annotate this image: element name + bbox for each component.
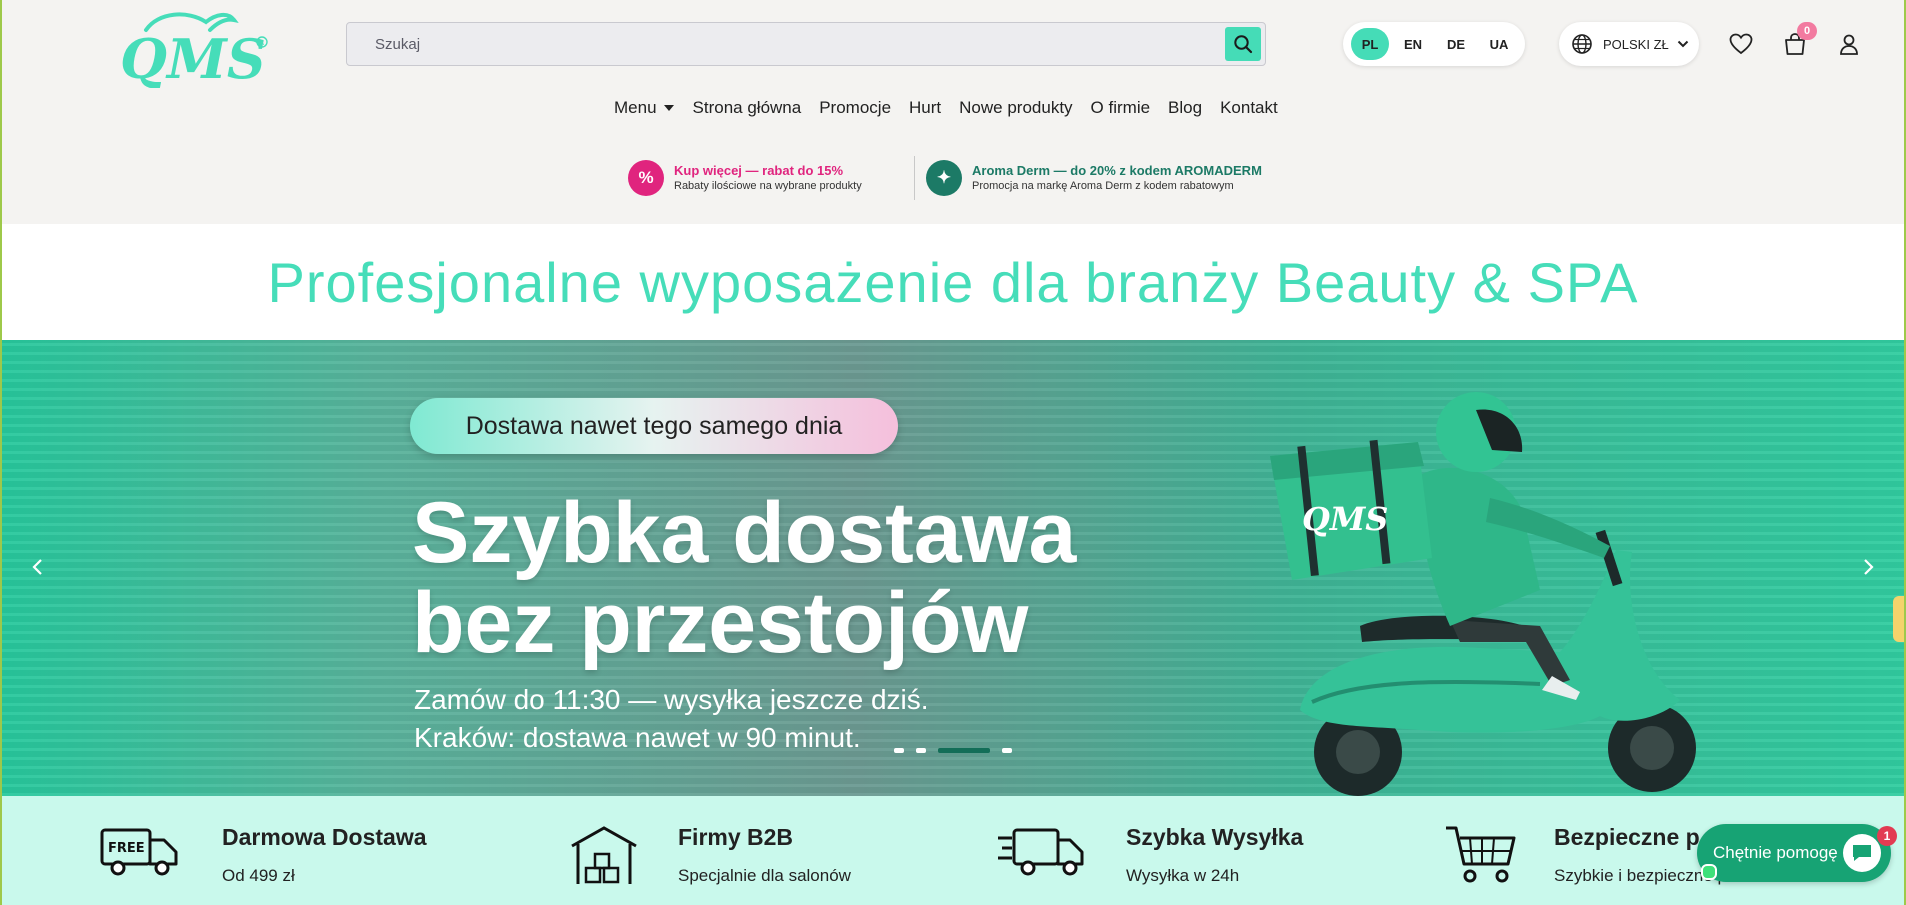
lang-pl[interactable]: PL — [1351, 28, 1389, 60]
warehouse-icon — [571, 826, 637, 884]
slider-dot[interactable] — [1002, 748, 1012, 753]
slider-dots — [894, 748, 1024, 753]
cart-count-badge: 0 — [1797, 22, 1817, 40]
search-button[interactable] — [1225, 27, 1261, 61]
feature-fast-shipping: Szybka Wysyłka Wysyłka w 24h — [996, 796, 1396, 905]
currency-label: POLSKI ZŁ — [1603, 36, 1669, 52]
slider-dot[interactable] — [894, 748, 904, 753]
bag-logo-lettering: QMS — [1302, 500, 1388, 538]
slider-dot[interactable] — [916, 748, 926, 753]
promo-title: Aroma Derm — do 20% z kodem AROMADERM — [972, 162, 1262, 178]
feature-b2b: Firmy B2B Specjalnie dla salonów — [568, 796, 948, 905]
feature-title: Firmy B2B — [678, 824, 794, 850]
feature-subtitle: Od 499 zł — [222, 866, 295, 885]
hero-title: Szybka dostawa bez przestojów — [412, 488, 1076, 668]
free-label: FREE — [108, 841, 145, 856]
globe-icon — [1572, 34, 1592, 54]
account-button[interactable] — [1833, 28, 1865, 60]
delivery-scooter-illustration: QMS — [1270, 392, 1696, 796]
hero-title-line1: Szybka dostawa — [412, 485, 1077, 581]
svg-text:R: R — [260, 39, 265, 47]
free-truck-icon: FREE — [100, 828, 178, 876]
online-status-indicator — [1701, 864, 1717, 880]
feature-title: Bezpieczne p — [1554, 824, 1700, 850]
brand-logo[interactable]: QMS R — [118, 8, 270, 91]
hero-text-line2: Kraków: dostawa nawet w 90 minut. — [414, 722, 861, 753]
chat-bubble — [1843, 834, 1881, 872]
nav-home[interactable]: Strona główna — [693, 98, 802, 118]
chat-label: Chętnie pomogę — [1713, 843, 1838, 862]
slider-next-button[interactable] — [1854, 552, 1884, 582]
promo-subtitle: Rabaty ilościowe na wybrane produkty — [674, 179, 862, 192]
nav-menu[interactable]: Menu — [614, 98, 675, 118]
promo-aroma-derm[interactable]: ✦ Aroma Derm — do 20% z kodem AROMADERM … — [926, 156, 1262, 200]
lang-ua[interactable]: UA — [1480, 28, 1518, 60]
nav-promotions[interactable]: Promocje — [819, 98, 891, 118]
promo-divider — [914, 156, 915, 200]
nav-about[interactable]: O firmie — [1091, 98, 1151, 118]
chat-widget-button[interactable]: Chętnie pomogę 1 — [1697, 824, 1897, 882]
lang-de[interactable]: DE — [1437, 28, 1475, 60]
hero-slider[interactable]: Dostawa nawet tego samego dnia Szybka do… — [0, 340, 1906, 796]
feature-subtitle: Wysyłka w 24h — [1126, 866, 1240, 885]
wishlist-button[interactable] — [1725, 28, 1757, 60]
nav-new-products[interactable]: Nowe produkty — [959, 98, 1072, 118]
cart-button[interactable]: 0 — [1779, 22, 1817, 60]
side-feedback-tab[interactable] — [1893, 596, 1906, 642]
chevron-left-icon — [32, 559, 42, 575]
logo-lettering: QMS — [120, 27, 266, 88]
feature-title: Szybka Wysyłka — [1126, 824, 1304, 850]
promo-title: Kup więcej — rabat do 15% — [674, 162, 844, 178]
fast-truck-icon — [998, 828, 1084, 876]
percent-icon: % — [628, 160, 664, 196]
nav-menu-label: Menu — [614, 98, 657, 117]
sparkle-icon: ✦ — [926, 160, 962, 196]
user-icon — [1840, 34, 1858, 55]
search-input[interactable] — [347, 23, 1207, 65]
promo-bulk-discount[interactable]: % Kup więcej — rabat do 15% Rabaty ilośc… — [628, 156, 862, 200]
cart-icon — [1446, 826, 1516, 883]
lang-en[interactable]: EN — [1394, 28, 1432, 60]
chat-notification-badge: 1 — [1877, 826, 1897, 846]
feature-subtitle: Specjalnie dla salonów — [678, 866, 851, 885]
slider-dot-active[interactable] — [938, 748, 990, 753]
nav-contact[interactable]: Kontakt — [1220, 98, 1278, 118]
heart-icon — [1729, 33, 1753, 55]
main-navigation: Menu Strona główna Promocje Hurt Nowe pr… — [614, 96, 1296, 120]
features-bar: FREE Darmowa Dostawa Od 499 zł Firmy B2B… — [0, 796, 1906, 905]
feature-free-delivery: FREE Darmowa Dostawa Od 499 zł — [100, 796, 480, 905]
slider-prev-button[interactable] — [22, 552, 52, 582]
hero-text-line1: Zamów do 11:30 — wysyłka jeszcze dziś. — [414, 684, 929, 715]
nav-blog[interactable]: Blog — [1168, 98, 1202, 118]
caret-down-icon — [663, 105, 674, 111]
search-icon — [1234, 35, 1253, 54]
hero-badge: Dostawa nawet tego samego dnia — [410, 398, 898, 454]
page-headline: Profesjonalne wyposażenie dla branży Bea… — [267, 250, 1639, 314]
hero-title-line2: bez przestojów — [412, 575, 1029, 671]
feature-title: Darmowa Dostawa — [222, 824, 427, 850]
promo-subtitle: Promocja na markę Aroma Derm z kodem rab… — [972, 179, 1234, 192]
currency-selector[interactable]: POLSKI ZŁ — [1559, 22, 1699, 66]
promo-strip: % Kup więcej — rabat do 15% Rabaty ilośc… — [628, 156, 1288, 200]
language-switcher: PL EN DE UA — [1343, 22, 1525, 66]
search-bar — [346, 22, 1266, 66]
site-header: QMS R PL EN DE UA POLSKI ZŁ — [0, 0, 1906, 224]
chat-bubble-icon — [1853, 845, 1871, 861]
page-headline-section: Profesjonalne wyposażenie dla branży Bea… — [0, 226, 1906, 338]
chevron-right-icon — [1864, 559, 1874, 575]
nav-wholesale[interactable]: Hurt — [909, 98, 941, 118]
chevron-down-icon — [1677, 40, 1688, 48]
